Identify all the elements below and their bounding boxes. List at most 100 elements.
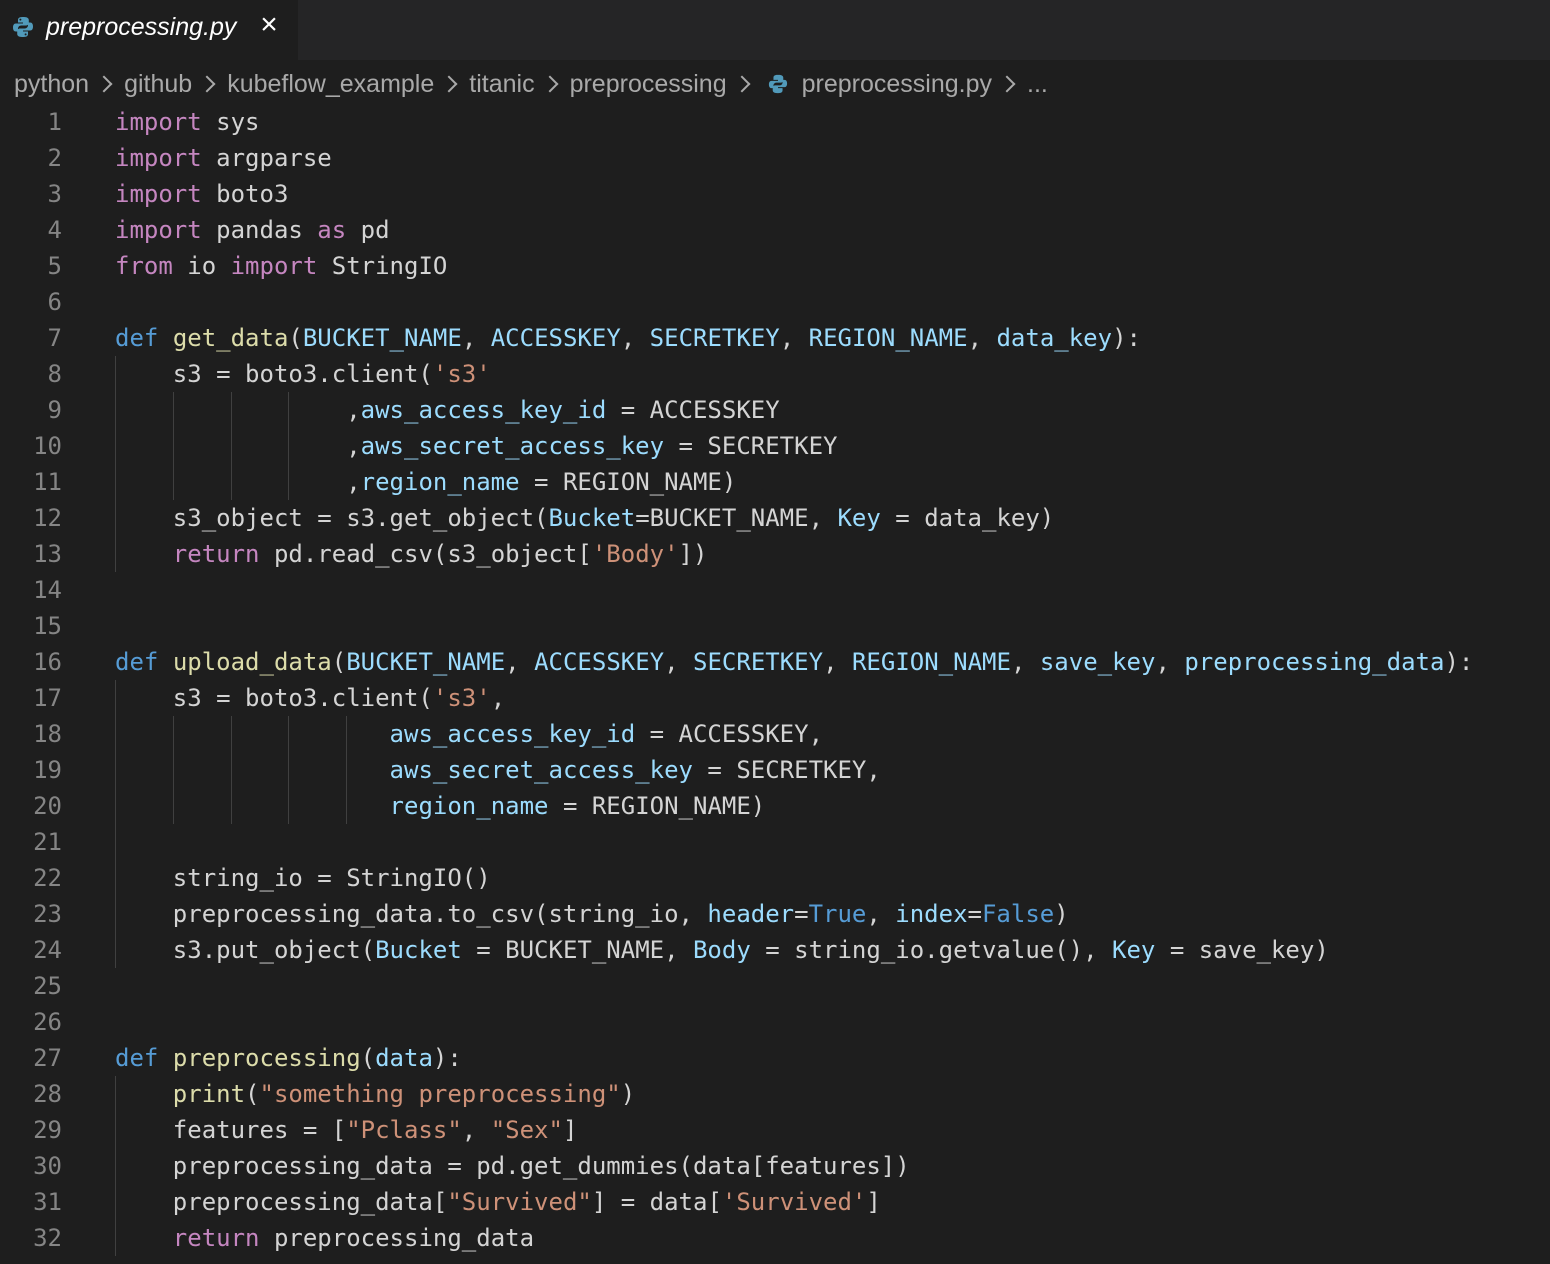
line-number: 1 bbox=[47, 108, 62, 136]
line-number: 6 bbox=[47, 288, 62, 316]
line-number: 15 bbox=[33, 612, 62, 640]
line-number: 27 bbox=[33, 1044, 62, 1072]
code-text: features = ["Pclass", "Sex"] bbox=[115, 1116, 578, 1144]
line-number: 12 bbox=[33, 504, 62, 532]
tab-label: preprocessing.py bbox=[46, 13, 237, 41]
line-number: 2 bbox=[47, 144, 62, 172]
breadcrumb-item-github[interactable]: github bbox=[124, 70, 192, 99]
code-line[interactable]: 9 ,aws_access_key_id = ACCESSKEY bbox=[0, 392, 1550, 428]
code-text: s3 = boto3.client('s3', bbox=[115, 684, 506, 712]
code-line[interactable]: 5 from io import StringIO bbox=[0, 248, 1550, 284]
chevron-right-icon bbox=[541, 75, 559, 93]
line-number: 19 bbox=[33, 756, 62, 784]
line-number: 7 bbox=[47, 324, 62, 352]
code-line[interactable]: 10 ,aws_secret_access_key = SECRETKEY bbox=[0, 428, 1550, 464]
code-line[interactable]: 17 s3 = boto3.client('s3', bbox=[0, 680, 1550, 716]
code-line[interactable]: 7 def get_data(BUCKET_NAME, ACCESSKEY, SE… bbox=[0, 320, 1550, 356]
breadcrumb-item-titanic[interactable]: titanic bbox=[469, 70, 534, 99]
line-number: 30 bbox=[33, 1152, 62, 1180]
breadcrumb-item-kubeflow-example[interactable]: kubeflow_example bbox=[227, 70, 434, 99]
line-number: 17 bbox=[33, 684, 62, 712]
code-line[interactable]: 28 print("something preprocessing") bbox=[0, 1076, 1550, 1112]
code-text: aws_secret_access_key = SECRETKEY, bbox=[389, 756, 881, 784]
code-line[interactable]: 18 aws_access_key_id = ACCESSKEY, bbox=[0, 716, 1550, 752]
code-line[interactable]: 6 bbox=[0, 284, 1550, 320]
code-text: def upload_data(BUCKET_NAME, ACCESSKEY, … bbox=[115, 648, 1474, 676]
tab-preprocessing-py[interactable]: preprocessing.py × bbox=[0, 0, 298, 60]
code-line[interactable]: 1 import sys bbox=[0, 104, 1550, 140]
code-text: return pd.read_csv(s3_object['Body']) bbox=[172, 540, 708, 568]
code-line[interactable]: 23 preprocessing_data.to_csv(string_io, … bbox=[0, 896, 1550, 932]
code-line[interactable]: 3 import boto3 bbox=[0, 176, 1550, 212]
code-line[interactable]: 27 def preprocessing(data): bbox=[0, 1040, 1550, 1076]
line-number: 5 bbox=[47, 252, 62, 280]
code-line[interactable]: 12 s3_object = s3.get_object(Bucket=BUCK… bbox=[0, 500, 1550, 536]
code-text: s3.put_object(Bucket = BUCKET_NAME, Body… bbox=[115, 936, 1329, 964]
code-editor[interactable]: 1 import sys 2 import argparse 3 import boto3… bbox=[0, 104, 1550, 1264]
indent-guide bbox=[115, 824, 116, 860]
line-number: 24 bbox=[33, 936, 62, 964]
line-number: 22 bbox=[33, 864, 62, 892]
breadcrumb-item-preprocessing[interactable]: preprocessing bbox=[570, 70, 727, 99]
code-text: s3_object = s3.get_object(Bucket=BUCKET_… bbox=[115, 504, 1055, 532]
line-number: 21 bbox=[33, 828, 62, 856]
code-line[interactable]: 22 string_io = StringIO() bbox=[0, 860, 1550, 896]
code-line[interactable]: 13 return pd.read_csv(s3_object['Body']) bbox=[0, 536, 1550, 572]
line-number: 20 bbox=[33, 792, 62, 820]
line-number: 31 bbox=[33, 1188, 62, 1216]
code-line[interactable]: 25 bbox=[0, 968, 1550, 1004]
line-number: 3 bbox=[47, 180, 62, 208]
line-number: 23 bbox=[33, 900, 62, 928]
code-text: string_io = StringIO() bbox=[115, 864, 491, 892]
breadcrumb-item-more[interactable]: ... bbox=[1027, 70, 1048, 99]
code-text: ,aws_secret_access_key = SECRETKEY bbox=[115, 432, 838, 460]
code-line[interactable]: 15 bbox=[0, 608, 1550, 644]
line-number: 28 bbox=[33, 1080, 62, 1108]
code-line[interactable]: 19 aws_secret_access_key = SECRETKEY, bbox=[0, 752, 1550, 788]
code-text: import sys bbox=[115, 108, 260, 136]
line-number: 14 bbox=[33, 576, 62, 604]
code-text: preprocessing_data["Survived"] = data['S… bbox=[115, 1188, 881, 1216]
line-number: 16 bbox=[33, 648, 62, 676]
line-number: 4 bbox=[47, 216, 62, 244]
line-number: 32 bbox=[33, 1224, 62, 1252]
line-number: 26 bbox=[33, 1008, 62, 1036]
code-line[interactable]: 14 bbox=[0, 572, 1550, 608]
chevron-right-icon bbox=[998, 75, 1016, 93]
line-number: 29 bbox=[33, 1116, 62, 1144]
chevron-right-icon bbox=[733, 75, 751, 93]
code-text: aws_access_key_id = ACCESSKEY, bbox=[389, 720, 824, 748]
line-number: 9 bbox=[47, 396, 62, 424]
code-line[interactable]: 11 ,region_name = REGION_NAME) bbox=[0, 464, 1550, 500]
tab-bar: preprocessing.py × bbox=[0, 0, 1550, 60]
code-text: preprocessing_data.to_csv(string_io, hea… bbox=[115, 900, 1069, 928]
code-line[interactable]: 4 import pandas as pd bbox=[0, 212, 1550, 248]
code-line[interactable]: 30 preprocessing_data = pd.get_dummies(d… bbox=[0, 1148, 1550, 1184]
code-line[interactable]: 31 preprocessing_data["Survived"] = data… bbox=[0, 1184, 1550, 1220]
python-file-icon bbox=[768, 74, 787, 94]
breadcrumb-item-file[interactable]: preprocessing.py bbox=[802, 70, 992, 99]
code-line[interactable]: 26 bbox=[0, 1004, 1550, 1040]
line-number: 18 bbox=[33, 720, 62, 748]
code-text: import argparse bbox=[115, 144, 332, 172]
close-icon[interactable]: × bbox=[256, 10, 282, 40]
line-number: 13 bbox=[33, 540, 62, 568]
code-line[interactable]: 8 s3 = boto3.client('s3' bbox=[0, 356, 1550, 392]
breadcrumb-item-python[interactable]: python bbox=[14, 70, 89, 99]
code-line[interactable]: 24 s3.put_object(Bucket = BUCKET_NAME, B… bbox=[0, 932, 1550, 968]
code-text: ,region_name = REGION_NAME) bbox=[115, 468, 737, 496]
line-number: 8 bbox=[47, 360, 62, 388]
code-line[interactable]: 20 region_name = REGION_NAME) bbox=[0, 788, 1550, 824]
code-line[interactable]: 32 return preprocessing_data bbox=[0, 1220, 1550, 1256]
code-line[interactable]: 29 features = ["Pclass", "Sex"] bbox=[0, 1112, 1550, 1148]
code-line[interactable]: 16 def upload_data(BUCKET_NAME, ACCESSKEY… bbox=[0, 644, 1550, 680]
code-text: preprocessing_data = pd.get_dummies(data… bbox=[115, 1152, 910, 1180]
code-text: from io import StringIO bbox=[115, 252, 448, 280]
code-text: print("something preprocessing") bbox=[172, 1080, 636, 1108]
code-line[interactable]: 2 import argparse bbox=[0, 140, 1550, 176]
code-text: ,aws_access_key_id = ACCESSKEY bbox=[115, 396, 780, 424]
code-text: region_name = REGION_NAME) bbox=[389, 792, 766, 820]
code-line[interactable]: 21 bbox=[0, 824, 1550, 860]
chevron-right-icon bbox=[440, 75, 458, 93]
line-number: 25 bbox=[33, 972, 62, 1000]
